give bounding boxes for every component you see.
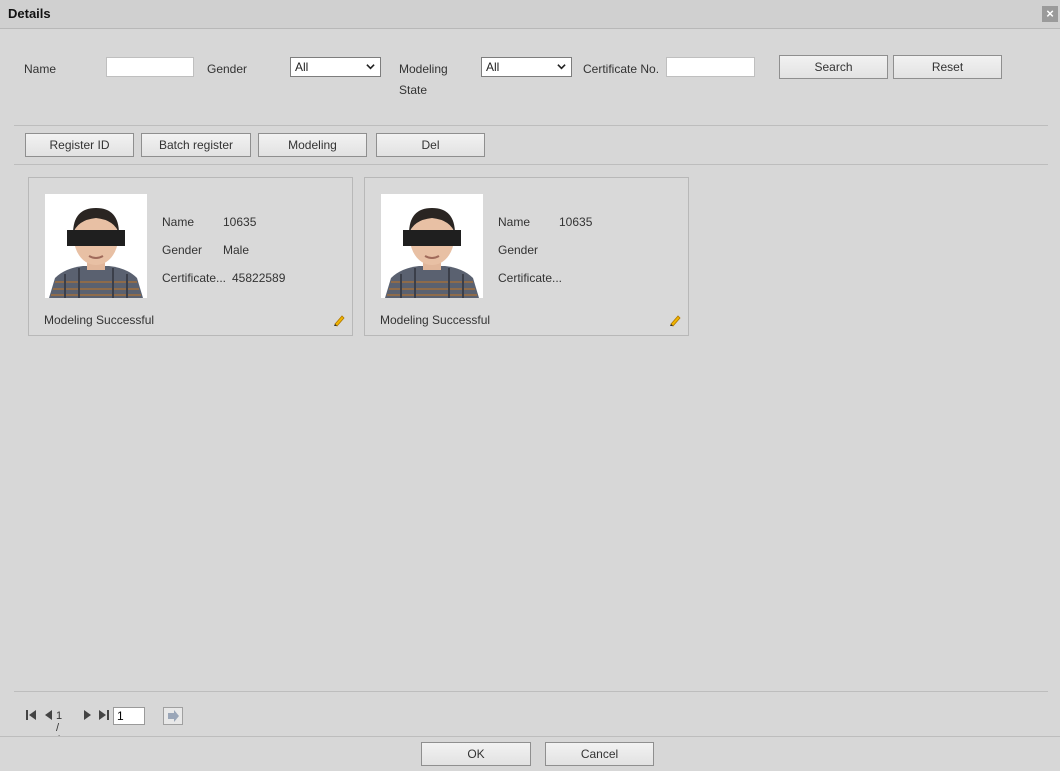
search-button[interactable]: Search — [779, 55, 888, 79]
name-filter-label: Name — [24, 62, 57, 76]
toolbar-divider — [14, 164, 1048, 165]
card-gender-label: Gender — [162, 243, 203, 257]
go-page-button[interactable] — [163, 707, 183, 725]
card-name-value: 10635 — [559, 215, 593, 229]
chevron-down-icon — [366, 64, 375, 70]
arrow-right-icon — [168, 710, 179, 722]
card-certificate-value: 45822589 — [232, 271, 286, 285]
card-certificate-label: Certificate... — [498, 271, 563, 285]
ok-button[interactable]: OK — [421, 742, 531, 766]
modeling-state-select[interactable]: All — [481, 57, 572, 77]
content-divider — [14, 691, 1048, 692]
card-modeling-state: Modeling Successful — [380, 313, 491, 327]
card-name-value: 10635 — [223, 215, 257, 229]
card-certificate-label: Certificate... — [162, 271, 227, 285]
first-page-icon[interactable] — [25, 709, 37, 721]
cancel-button[interactable]: Cancel — [545, 742, 654, 766]
modeling-button[interactable]: Modeling — [258, 133, 367, 157]
card-modeling-state: Modeling Successful — [44, 313, 155, 327]
certificate-filter-label: Certificate No. — [583, 62, 660, 76]
close-icon[interactable]: × — [1042, 6, 1058, 22]
modeling-state-label-line1: Modeling — [399, 62, 448, 76]
filter-divider — [14, 125, 1048, 126]
gender-select-value: All — [295, 60, 309, 74]
del-button[interactable]: Del — [376, 133, 485, 157]
last-page-icon[interactable] — [98, 709, 110, 721]
modeling-state-label-line2: State — [399, 83, 428, 97]
modeling-state-select-value: All — [486, 60, 500, 74]
card-name-label: Name — [162, 215, 195, 229]
reset-button[interactable]: Reset — [893, 55, 1002, 79]
card-name-label: Name — [498, 215, 531, 229]
register-id-button[interactable]: Register ID — [25, 133, 134, 157]
person-card[interactable]: Name 10635 Gender Certificate... Modelin… — [364, 177, 689, 336]
batch-register-button[interactable]: Batch register — [141, 133, 251, 157]
dialog-footer: OK Cancel — [0, 736, 1060, 771]
gender-select[interactable]: All — [290, 57, 381, 77]
chevron-down-icon — [557, 64, 566, 70]
edit-icon[interactable] — [332, 313, 346, 327]
card-gender-label: Gender — [498, 243, 539, 257]
person-card[interactable]: Name 10635 Gender Male Certificate... 45… — [28, 177, 353, 336]
dialog-titlebar: Details × — [0, 0, 1060, 29]
dialog-title: Details — [8, 6, 51, 21]
certificate-filter-input[interactable] — [666, 57, 755, 77]
card-gender-value: Male — [223, 243, 250, 257]
next-page-icon[interactable] — [83, 709, 93, 721]
person-photo — [381, 194, 483, 298]
page-number-input[interactable] — [113, 707, 145, 725]
gender-filter-label: Gender — [207, 62, 248, 76]
prev-page-icon[interactable] — [43, 709, 53, 721]
name-filter-input[interactable] — [106, 57, 194, 77]
person-photo — [45, 194, 147, 298]
edit-icon[interactable] — [668, 313, 682, 327]
